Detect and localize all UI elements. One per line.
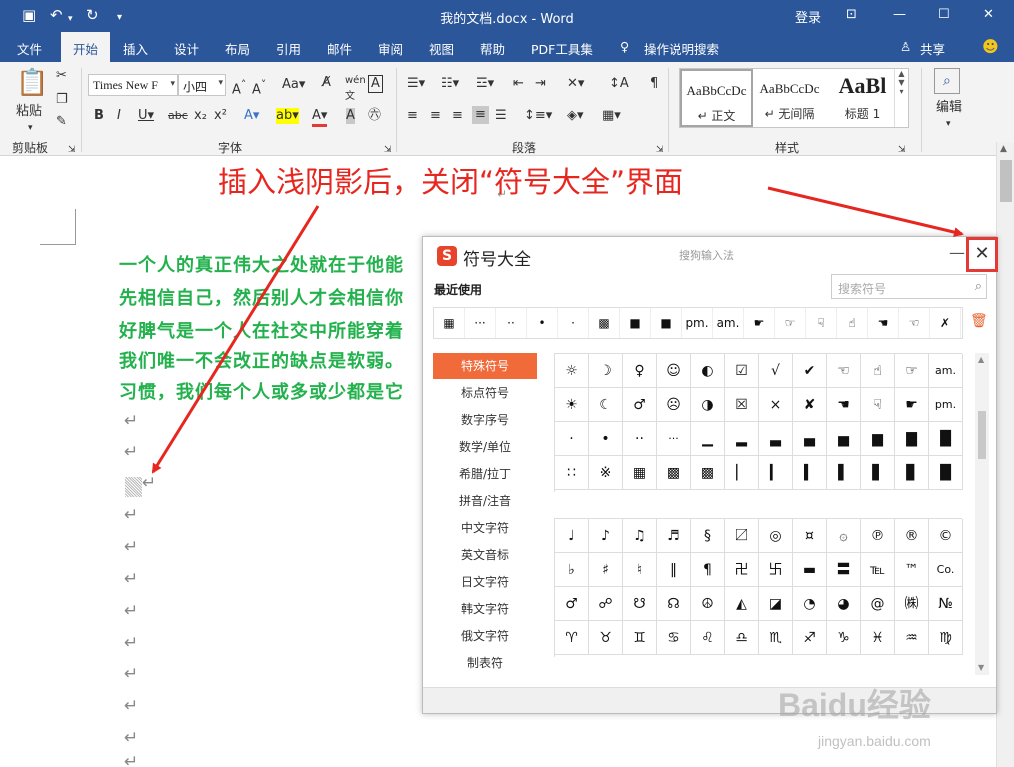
baidu-watermark-url: jingyan.baidu.com <box>818 733 931 749</box>
annotation-arrows <box>151 186 964 474</box>
arrow-to-shade <box>151 205 320 474</box>
baidu-watermark: Baidu经验 <box>778 687 931 723</box>
word-window: { "titlebar": { "title": "我的文档.docx - Wo… <box>0 0 1014 767</box>
arrow-to-close <box>767 186 964 238</box>
